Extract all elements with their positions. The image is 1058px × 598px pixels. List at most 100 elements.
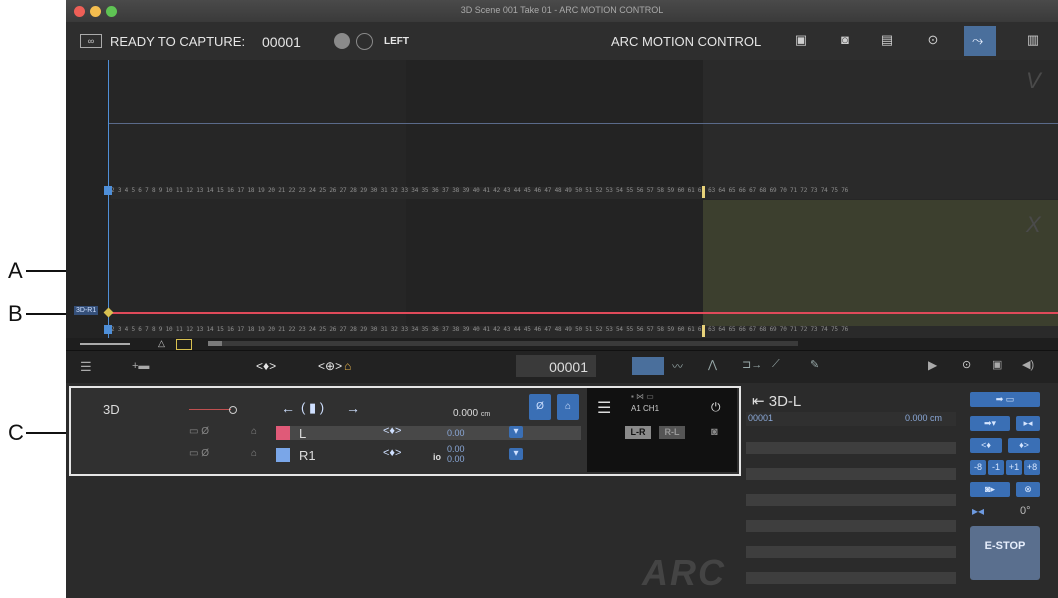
camera-hide-icon-2[interactable]: ▭ Ø	[189, 448, 209, 459]
side-row-6	[746, 572, 956, 584]
lock-icon-2[interactable]: ⌂	[251, 448, 257, 459]
timeline-area[interactable]: V X 2 3 4 5 6 7 8 9 10 11 12 13 14 15 16…	[66, 60, 1058, 350]
e-stop-button[interactable]: E-STOP	[970, 526, 1040, 580]
center-button[interactable]: ▸◂	[1016, 416, 1040, 431]
right-arrow-icon[interactable]: →	[346, 400, 360, 416]
side-row-4	[746, 520, 956, 532]
zoom-slider[interactable]	[80, 343, 130, 345]
rl-button[interactable]: R-L	[659, 426, 685, 439]
send-to-target-button[interactable]: ➡ ▭	[970, 392, 1040, 407]
motion-track-line[interactable]	[108, 312, 1058, 314]
axis-io-r1: io	[433, 452, 441, 462]
record-indicator-icon[interactable]	[334, 33, 350, 49]
step-minus8-button[interactable]: -8	[970, 460, 986, 475]
filmstrip-icon[interactable]: ▤	[878, 32, 896, 48]
add-track-icon[interactable]: +▬	[132, 360, 149, 372]
nav-keyframes-icon[interactable]: <♦>	[256, 359, 276, 373]
curve-ease-icon[interactable]: ⟋	[772, 358, 780, 371]
track-v-label: V	[1026, 68, 1041, 93]
selected-range[interactable]	[703, 200, 1058, 335]
scrollbar-thumb[interactable]	[208, 341, 222, 346]
frame-counter[interactable]: 00001	[516, 355, 596, 377]
next-key-button[interactable]: ♦>	[1008, 438, 1040, 453]
angle-value: 0°	[1020, 505, 1031, 517]
menu-icon[interactable]: ☰	[80, 359, 92, 375]
axis-value-r1-bottom: 0.00	[447, 454, 465, 464]
timeline-scrollbar[interactable]	[208, 341, 798, 346]
distance-unit: cm	[480, 411, 491, 418]
velocity-track-line	[108, 123, 1058, 124]
axis-info-title: ⇤ 3D-L	[752, 392, 801, 410]
axis-name-r1: R1	[299, 448, 316, 463]
curve-smooth-icon[interactable]: 〰	[672, 358, 683, 374]
move-camera-button[interactable]: ➡▾	[970, 416, 1010, 431]
ruler-bottom[interactable]: 2 3 4 5 6 7 8 9 10 11 12 13 14 15 16 17 …	[111, 326, 1058, 338]
record-empty-icon[interactable]	[356, 33, 373, 50]
capture-status: READY TO CAPTURE:	[110, 34, 246, 49]
take-number: 00001	[262, 34, 301, 50]
axis-info-name: 3D-L	[768, 393, 802, 410]
jog-control[interactable]: ( ▮ )	[301, 400, 324, 416]
range-marker-top[interactable]	[702, 186, 705, 198]
side-row-5	[746, 546, 956, 558]
nav-markers-icon[interactable]: <⊕>	[318, 359, 342, 373]
monitor-icon[interactable]: ▣	[792, 32, 810, 48]
channel-menu-icon[interactable]: ☰	[597, 398, 611, 418]
lock-toggle-button[interactable]: ⌂	[557, 394, 579, 420]
axis-save-r1-button[interactable]: ▾	[509, 448, 523, 460]
camera-icon[interactable]: ◙	[836, 32, 854, 48]
channel-label: A1 CH1	[631, 404, 660, 413]
step-plus1-button[interactable]: +1	[1006, 460, 1022, 475]
play-icon[interactable]: ▶	[928, 358, 937, 372]
step-plus8-button[interactable]: +8	[1024, 460, 1040, 475]
curve-peak-icon[interactable]: ⋀	[708, 358, 717, 371]
rotate-icon[interactable]: ▸◂	[972, 504, 984, 518]
app-label: ARC MOTION CONTROL	[611, 34, 762, 49]
range-marker-bottom[interactable]	[702, 325, 705, 337]
camera-hide-icon[interactable]: ▭ Ø	[189, 426, 209, 437]
save-icon[interactable]: ▣	[992, 358, 1002, 371]
lr-button[interactable]: L-R	[625, 426, 651, 439]
power-icon[interactable]: ⏻	[711, 400, 721, 415]
rig-label: 3D	[103, 402, 120, 417]
selected-range-top	[703, 60, 1058, 188]
slider-knob[interactable]	[229, 406, 237, 414]
ruler-top[interactable]: 2 3 4 5 6 7 8 9 10 11 12 13 14 15 16 17 …	[111, 187, 1058, 199]
back-icon[interactable]: ⇤	[752, 393, 765, 410]
axis-nav-r1-icon[interactable]: <♦>	[383, 447, 401, 459]
axis-row-l[interactable]	[281, 426, 581, 440]
fit-icon[interactable]	[176, 339, 192, 350]
audio-icon[interactable]: ◀)	[1022, 358, 1034, 371]
target-button[interactable]: ⊗	[1016, 482, 1040, 497]
timeline-zoom-bar[interactable]: △	[66, 338, 1058, 350]
playhead-top-handle[interactable]	[104, 186, 112, 195]
curve-mode-button[interactable]	[632, 357, 664, 375]
left-arrow-icon[interactable]: ←	[281, 400, 295, 416]
arc-mode-button[interactable]: ⤳	[964, 26, 996, 56]
arc-watermark-logo: ARC	[642, 552, 726, 593]
home-icon[interactable]: ⌂	[344, 359, 351, 373]
app-window: 3D Scene 001 Take 01 - ARC MOTION CONTRO…	[66, 0, 1058, 598]
axis-nav-l-icon[interactable]: <♦>	[383, 425, 401, 437]
link-toggle-button[interactable]: Ø	[529, 394, 551, 420]
playhead-bottom-handle[interactable]	[104, 325, 112, 334]
snapshot-icon[interactable]: ◙	[711, 426, 718, 438]
channel-status-icons: ▪ ⋈ ▭	[631, 392, 654, 401]
prev-key-button[interactable]: <♦	[970, 438, 1002, 453]
capture-mode-icon[interactable]: ⊙	[962, 358, 971, 371]
link-icon[interactable]: ∞	[80, 34, 102, 48]
layout-icon[interactable]: ▥	[1024, 32, 1042, 48]
distance-readout: 0.000 cm	[453, 408, 490, 419]
pen-icon[interactable]: ✎	[810, 358, 819, 371]
curve-step-icon[interactable]: ⊐→	[742, 358, 762, 371]
axis-save-l-button[interactable]: ▾	[509, 426, 523, 438]
target-icon[interactable]: ⊙	[924, 32, 942, 48]
side-row-3	[746, 494, 956, 506]
arc-motion-icon: ⤳	[972, 32, 984, 48]
track-name-tag[interactable]: 3D-R1	[74, 306, 99, 315]
video-camera-button[interactable]: ◙▸	[970, 482, 1010, 497]
rig-slider[interactable]	[189, 409, 231, 410]
step-minus1-button[interactable]: -1	[988, 460, 1004, 475]
title-bar: 3D Scene 001 Take 01 - ARC MOTION CONTRO…	[66, 0, 1058, 22]
lock-icon[interactable]: ⌂	[251, 426, 257, 437]
